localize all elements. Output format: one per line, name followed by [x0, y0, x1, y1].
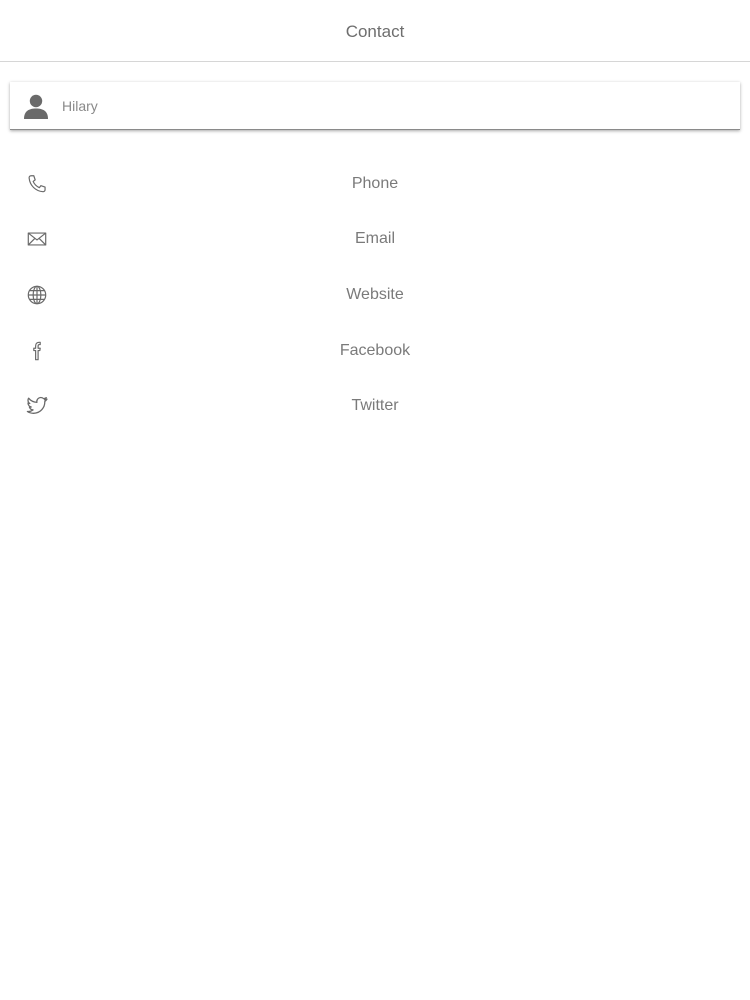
phone-icon	[25, 172, 49, 196]
twitter-row[interactable]: Twitter	[0, 378, 750, 434]
phone-label: Phone	[351, 174, 399, 192]
person-icon	[23, 93, 49, 119]
globe-icon	[25, 283, 49, 307]
contact-name: Hilary	[62, 97, 98, 114]
facebook-row[interactable]: Facebook	[0, 323, 750, 379]
facebook-label: Facebook	[339, 341, 411, 359]
contact-actions-list: Phone Email Website Facebook Twitter	[0, 156, 750, 434]
website-label: Website	[346, 285, 404, 303]
facebook-icon	[25, 339, 49, 363]
page-title: Contact	[345, 21, 405, 41]
email-label: Email	[354, 230, 395, 248]
navigation-bar: Contact	[0, 0, 750, 62]
contact-card[interactable]: Hilary	[10, 82, 740, 130]
phone-row[interactable]: Phone	[0, 156, 750, 212]
twitter-bird-icon	[25, 394, 49, 418]
envelope-icon	[25, 227, 49, 251]
website-row[interactable]: Website	[0, 267, 750, 323]
email-row[interactable]: Email	[0, 212, 750, 268]
twitter-label: Twitter	[351, 397, 399, 415]
